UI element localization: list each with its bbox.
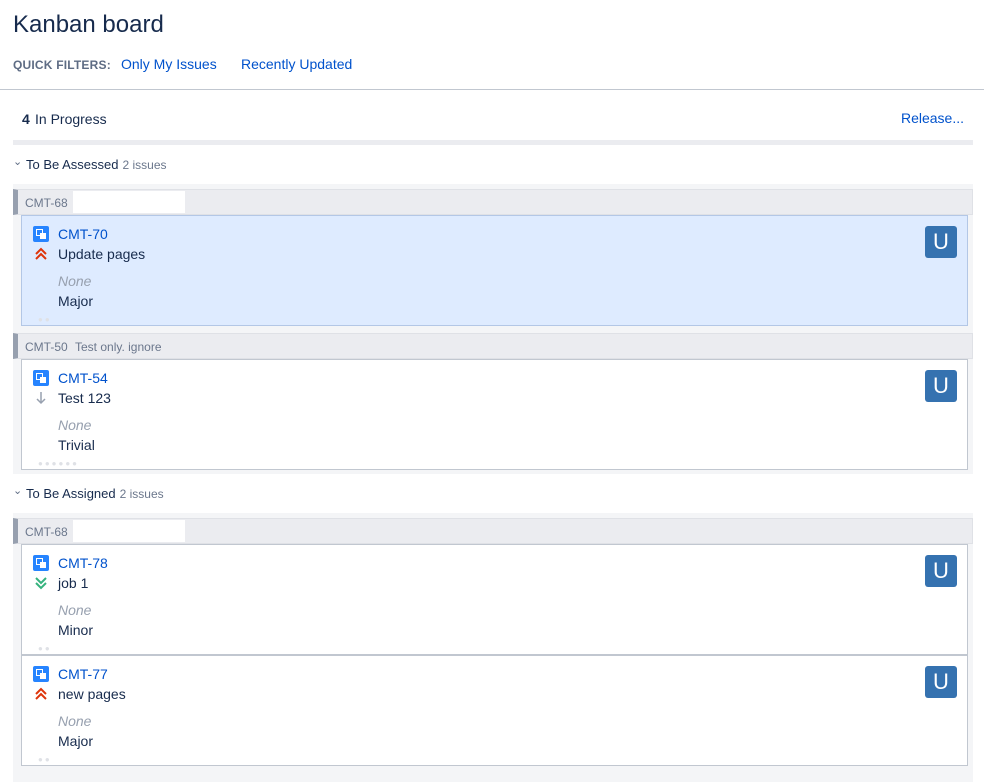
- parent-issue-key[interactable]: CMT-50: [25, 340, 68, 354]
- swimlane-issue-count: 2 issues: [119, 487, 164, 501]
- assignee-avatar[interactable]: U: [925, 666, 957, 698]
- column-name: In Progress: [35, 111, 107, 127]
- issue-severity: Trivial: [58, 437, 95, 453]
- header-divider: [0, 89, 984, 90]
- quick-filter-recently-updated[interactable]: Recently Updated: [241, 56, 352, 72]
- subtask-icon: [33, 555, 49, 571]
- subtask-icon: [33, 226, 49, 242]
- parent-issue-summary: Test only. ignore: [75, 340, 162, 354]
- issue-card-cmt-77[interactable]: CMT-77 new pages None Major U ●●: [21, 655, 968, 766]
- column-header: 4 In Progress Release...: [13, 100, 973, 140]
- assignee-avatar[interactable]: U: [925, 226, 957, 258]
- assignee-avatar[interactable]: U: [925, 555, 957, 587]
- swimlane-name: To Be Assigned: [26, 486, 116, 501]
- quick-filter-only-my-issues[interactable]: Only My Issues: [121, 56, 217, 72]
- priority-highest-icon: [35, 687, 47, 700]
- subtask-icon: [33, 370, 49, 386]
- chevron-down-icon: ⌄: [13, 156, 23, 168]
- swimlane-header-to-be-assessed[interactable]: ⌄ To Be Assessed 2 issues: [13, 155, 413, 175]
- priority-lowest-icon: [35, 577, 47, 590]
- issue-severity: Major: [58, 293, 94, 309]
- issue-key[interactable]: CMT-77: [58, 666, 108, 682]
- issue-severity: Major: [58, 733, 94, 749]
- issue-summary: Test 123: [58, 390, 111, 406]
- parent-issue-summary-field: [73, 191, 185, 213]
- card-grabber: ●●: [38, 315, 52, 324]
- parent-issue-bar[interactable]: CMT-50 Test only. ignore: [13, 333, 973, 359]
- issue-key[interactable]: CMT-78: [58, 555, 108, 571]
- issue-key[interactable]: CMT-70: [58, 226, 108, 242]
- column-issue-count: 4: [22, 111, 30, 127]
- issue-field-empty: None: [58, 417, 92, 433]
- parent-issue-summary-field: [73, 520, 185, 542]
- board-title: Kanban board: [13, 11, 164, 38]
- issue-card-cmt-78[interactable]: CMT-78 job 1 None Minor U ●●: [21, 544, 968, 655]
- issue-card-cmt-70[interactable]: CMT-70 Update pages None Major U ●●: [21, 215, 968, 326]
- swimlane-issue-count: 2 issues: [122, 158, 167, 172]
- swimlane-name: To Be Assessed: [26, 157, 119, 172]
- issue-field-empty: None: [58, 273, 92, 289]
- chevron-down-icon: ⌄: [13, 485, 23, 497]
- issue-severity: Minor: [58, 622, 94, 638]
- issue-summary: job 1: [58, 575, 89, 591]
- subtask-icon: [33, 666, 49, 682]
- issue-summary: new pages: [58, 686, 126, 702]
- issue-summary: Update pages: [58, 246, 146, 262]
- issue-field-empty: None: [58, 713, 92, 729]
- column-header-bar: [13, 140, 973, 145]
- issue-field-empty: None: [58, 602, 92, 618]
- card-grabber: ●●: [38, 644, 52, 653]
- parent-issue-bar[interactable]: CMT-68: [13, 518, 973, 544]
- issue-card-cmt-54[interactable]: CMT-54 Test 123 None Trivial U ●●●●●●: [21, 359, 968, 470]
- priority-highest-icon: [35, 247, 47, 260]
- issue-key[interactable]: CMT-54: [58, 370, 108, 386]
- assignee-avatar[interactable]: U: [925, 370, 957, 402]
- release-link[interactable]: Release...: [901, 110, 964, 126]
- parent-issue-key[interactable]: CMT-68: [25, 196, 68, 210]
- parent-issue-key[interactable]: CMT-68: [25, 525, 68, 539]
- card-grabber: ●●: [38, 755, 52, 764]
- swimlane-header-to-be-assigned[interactable]: ⌄ To Be Assigned 2 issues: [13, 484, 413, 504]
- card-grabber: ●●●●●●: [38, 459, 79, 468]
- priority-low-icon: [36, 392, 46, 405]
- quick-filters-label: QUICK FILTERS:: [13, 58, 111, 72]
- parent-issue-bar[interactable]: CMT-68: [13, 189, 973, 215]
